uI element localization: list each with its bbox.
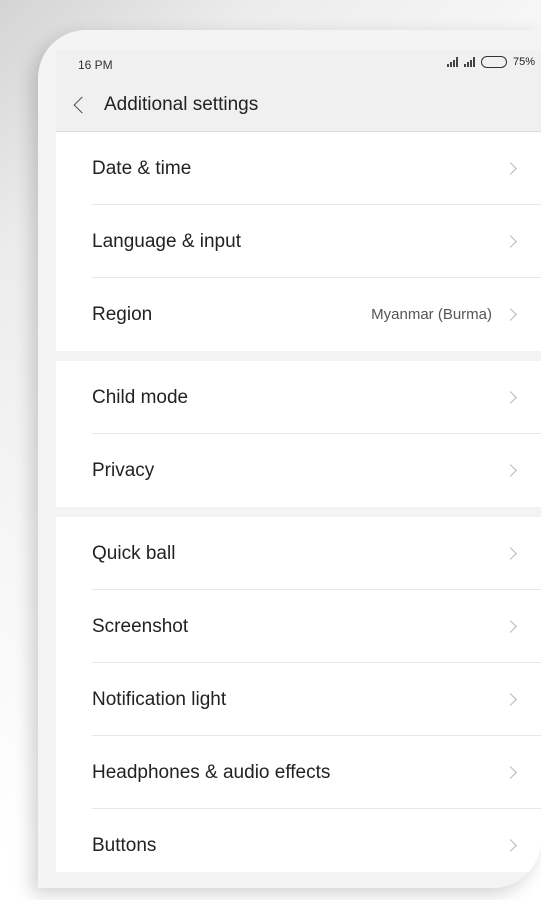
signal-icon: [446, 57, 458, 67]
chevron-right-icon: [504, 839, 517, 852]
chevron-right-icon: [504, 235, 517, 248]
back-arrow-icon[interactable]: [73, 96, 91, 113]
chevron-right-icon: [504, 391, 517, 404]
app-header: Additional settings: [56, 78, 541, 132]
signal-icon: [463, 57, 475, 67]
settings-row[interactable]: Screenshot: [56, 590, 541, 663]
settings-row[interactable]: Child mode: [56, 361, 541, 434]
status-bar: 16 PM 75%: [56, 50, 541, 78]
settings-row[interactable]: Region Myanmar (Burma): [56, 278, 541, 351]
settings-row-label: Headphones & audio effects: [92, 761, 331, 783]
settings-row-label: Privacy: [92, 459, 155, 481]
settings-row-label: Child mode: [92, 386, 189, 408]
settings-row[interactable]: Quick ball: [56, 517, 541, 590]
battery-icon: [480, 56, 507, 68]
settings-row-label: Language & input: [92, 230, 241, 252]
settings-list: Date & time Language & input Region Myanmar…: [56, 132, 541, 872]
settings-row-label: Region: [92, 303, 153, 325]
settings-row-label: Buttons: [92, 834, 157, 856]
settings-row[interactable]: Privacy: [56, 434, 541, 507]
settings-row[interactable]: Headphones & audio effects: [56, 736, 541, 809]
group-separator: [56, 507, 541, 517]
chevron-right-icon: [504, 308, 517, 321]
settings-row[interactable]: Buttons: [56, 809, 541, 872]
settings-row-value: Myanmar (Burma): [371, 306, 492, 323]
chevron-right-icon: [504, 620, 517, 633]
settings-row[interactable]: Language & input: [56, 205, 541, 278]
settings-row-label: Date & time: [92, 157, 192, 179]
screen: 16 PM 75% Additional settings Date & tim…: [56, 50, 541, 872]
settings-row[interactable]: Date & time: [56, 132, 541, 205]
settings-row[interactable]: Notification light: [56, 663, 541, 736]
chevron-right-icon: [504, 693, 517, 706]
phone-frame: 16 PM 75% Additional settings Date & tim…: [38, 30, 541, 888]
group-separator: [56, 351, 541, 361]
battery-percent: 75%: [512, 56, 535, 68]
status-time: 16 PM: [78, 58, 113, 72]
chevron-right-icon: [504, 766, 517, 779]
settings-row-label: Quick ball: [92, 542, 176, 564]
status-icons: 75%: [446, 56, 535, 68]
chevron-right-icon: [504, 162, 517, 175]
chevron-right-icon: [504, 464, 517, 477]
settings-row-label: Screenshot: [92, 615, 189, 637]
chevron-right-icon: [504, 547, 517, 560]
page-title: Additional settings: [104, 93, 259, 115]
settings-row-label: Notification light: [92, 688, 227, 710]
